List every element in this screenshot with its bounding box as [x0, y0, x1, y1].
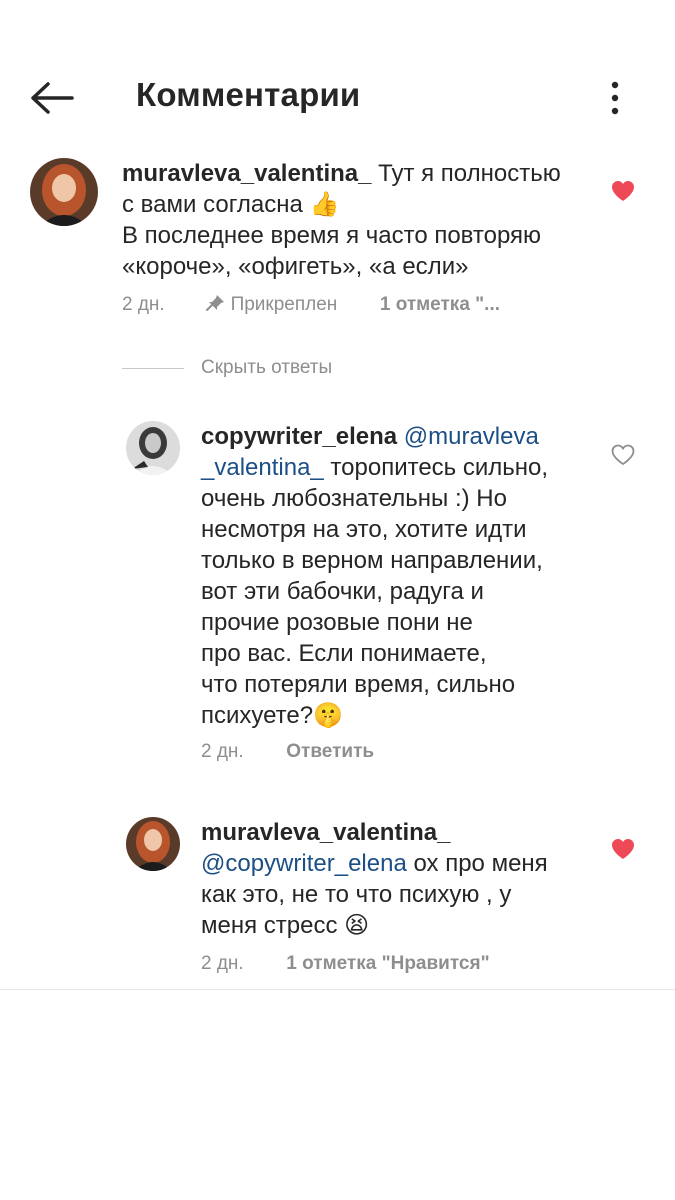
like-button[interactable] — [610, 837, 636, 861]
reply-meta: 2 дн. 1 отметка "Нравится" — [201, 953, 490, 975]
likes-count[interactable]: 1 отметка "Нравится" — [286, 953, 489, 974]
comment-time: 2 дн. — [122, 294, 165, 315]
reply-button[interactable]: Ответить — [286, 741, 374, 762]
like-button[interactable] — [610, 179, 636, 203]
mention-link[interactable]: @muravleva — [404, 423, 539, 450]
heart-icon — [612, 839, 634, 859]
comment-item: muravleva_valentina_ Тут я полностью с в… — [0, 150, 675, 330]
page-title: Комментарии — [136, 76, 361, 113]
replies-divider — [122, 368, 184, 369]
mention-link[interactable]: _valentina_ — [201, 454, 324, 481]
back-button[interactable] — [28, 78, 78, 118]
shushing-emoji: 🤫 — [313, 702, 343, 729]
list-end-divider — [0, 989, 675, 990]
avatar[interactable] — [126, 421, 180, 475]
avatar-photo — [126, 421, 180, 475]
reply-time: 2 дн. — [201, 741, 244, 762]
avatar-photo — [30, 158, 98, 226]
avatar-photo — [126, 817, 180, 871]
back-arrow-icon — [31, 82, 74, 114]
reply-username[interactable]: muravleva_valentina_ — [201, 819, 450, 846]
reply-time: 2 дн. — [201, 953, 244, 974]
reply-text: copywriter_elena @muravleva _valentina_ … — [201, 423, 549, 729]
comment-meta: 2 дн. Прикреплен 1 отметка "... — [122, 294, 500, 316]
avatar[interactable] — [30, 158, 98, 226]
comment-text: muravleva_valentina_ Тут я полностью с в… — [122, 160, 561, 280]
reply-item: muravleva_valentina_ @copywriter_elena о… — [0, 815, 675, 985]
thumbs-up-emoji: 👍 — [309, 191, 340, 218]
likes-count[interactable]: 1 отметка "... — [380, 294, 500, 315]
more-vertical-icon — [611, 81, 619, 115]
pin-icon — [206, 295, 225, 311]
reply-meta: 2 дн. Ответить — [201, 741, 374, 763]
reply-item: copywriter_elena @muravleva _valentina_ … — [0, 415, 675, 785]
tired-face-emoji: 😫 — [344, 912, 370, 939]
pinned-label: Прикреплен — [230, 294, 338, 315]
mention-link[interactable]: @copywriter_elena — [201, 850, 407, 877]
like-button[interactable] — [610, 443, 636, 467]
comment-username[interactable]: muravleva_valentina_ — [122, 160, 371, 187]
hide-replies-button[interactable]: Скрыть ответы — [201, 357, 332, 379]
reply-text: muravleva_valentina_ @copywriter_elena о… — [201, 819, 548, 939]
more-options-button[interactable] — [600, 78, 630, 118]
heart-icon — [611, 444, 635, 466]
reply-username[interactable]: copywriter_elena — [201, 423, 397, 450]
avatar[interactable] — [126, 817, 180, 871]
heart-icon — [612, 181, 634, 201]
